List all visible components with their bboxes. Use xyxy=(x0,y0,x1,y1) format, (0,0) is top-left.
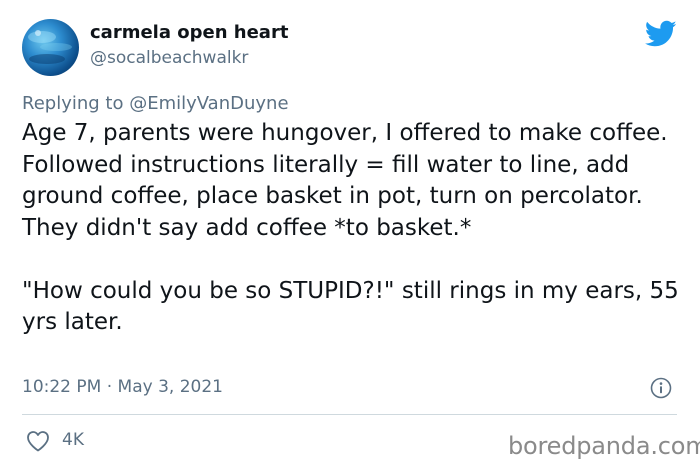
tweet-timestamp[interactable]: 10:22 PM · May 3, 2021 xyxy=(22,377,223,397)
like-count[interactable]: 4K xyxy=(62,430,84,450)
tweet-text: Age 7, parents were hungover, I offered … xyxy=(22,120,679,335)
tweet-card: carmela open heart @socalbeachwalkr Repl… xyxy=(0,0,700,470)
replying-to-prefix: Replying to xyxy=(22,93,130,114)
reply-mention-link[interactable]: @EmilyVanDuyne xyxy=(129,93,288,114)
author-handle[interactable]: @socalbeachwalkr xyxy=(90,48,248,68)
replying-to-line: Replying to @EmilyVanDuyne xyxy=(22,93,289,114)
divider xyxy=(22,414,677,415)
heart-icon[interactable] xyxy=(26,430,50,452)
boredpanda-watermark: boredpanda.com xyxy=(508,432,700,460)
author-display-name[interactable]: carmela open heart xyxy=(90,22,288,43)
avatar[interactable] xyxy=(22,19,79,76)
twitter-bird-icon[interactable] xyxy=(644,20,677,48)
info-icon[interactable] xyxy=(650,377,672,399)
